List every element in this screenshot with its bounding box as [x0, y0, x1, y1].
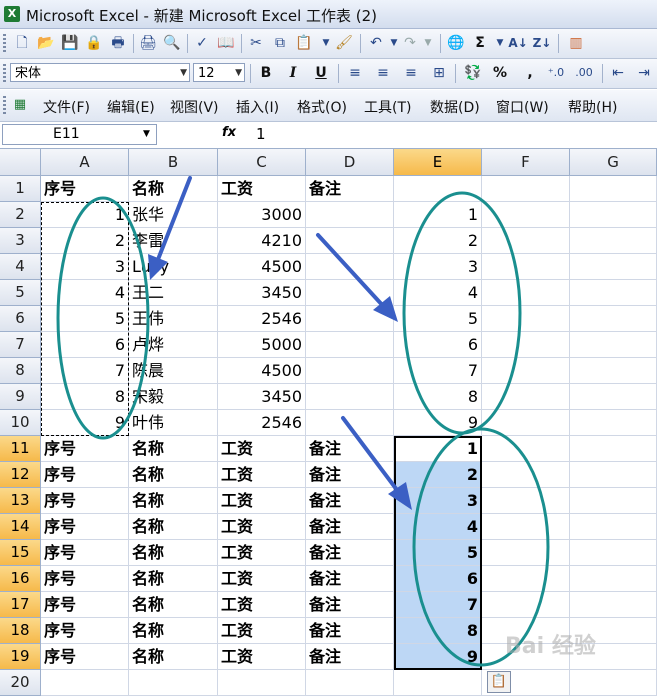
annotation-arrow	[316, 233, 398, 322]
paste-options-icon[interactable]: 📋	[487, 671, 511, 693]
annotation-arrow	[341, 416, 412, 510]
annotation-ellipse	[402, 191, 522, 435]
annotation-ellipse	[56, 196, 150, 440]
baidu-watermark: Bai 经验	[505, 634, 596, 659]
annotation-arrow	[148, 176, 192, 280]
annotation-overlay	[56, 176, 550, 667]
